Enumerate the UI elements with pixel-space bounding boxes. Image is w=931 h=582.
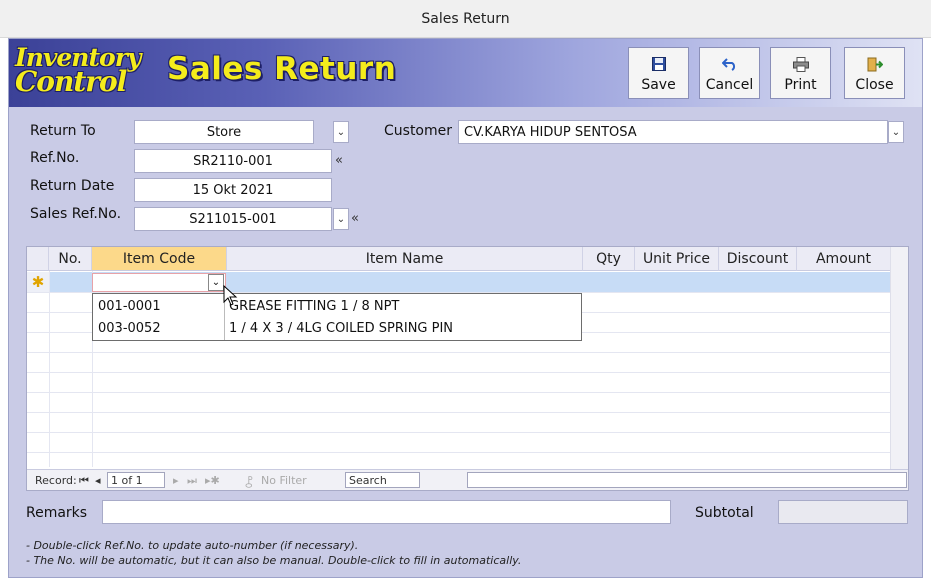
horizontal-scrollbar[interactable] [467, 472, 907, 488]
chevron-down-icon: ⌄ [336, 126, 346, 138]
raquo-marker: « [351, 211, 359, 226]
undo-arrow-icon [721, 55, 739, 73]
customer-label: Customer [384, 123, 453, 139]
grid-line [27, 432, 908, 433]
exit-door-icon [866, 55, 884, 73]
new-record-marker[interactable]: ✱ [27, 272, 49, 292]
return-date-field[interactable]: 15 Okt 2021 [134, 178, 332, 202]
dropdown-option[interactable]: 003-0052 1 / 4 X 3 / 4LG COILED SPRING P… [93, 317, 581, 339]
record-navigation-bar: Record: ⏮ ◂ 1 of 1 ▸ ⏭ ▸✱ ⯛ No Filter Se… [27, 469, 908, 490]
sales-ref-label: Sales Ref.No. [30, 206, 122, 222]
vertical-scrollbar[interactable] [890, 247, 908, 471]
sales-ref-field[interactable]: S211015-001 [134, 207, 332, 231]
remarks-field[interactable] [102, 500, 671, 524]
return-to-dropdown[interactable]: ⌄ [333, 121, 349, 143]
subtotal-field [778, 500, 908, 524]
select-all-corner[interactable] [27, 247, 49, 271]
previous-record-icon[interactable]: ◂ [95, 474, 101, 487]
col-header-discount[interactable]: Discount [719, 247, 797, 271]
floppy-disk-icon [650, 55, 668, 73]
grid-col-line [49, 271, 50, 467]
col-header-item-code[interactable]: Item Code [92, 247, 227, 271]
help-notes: - Double-click Ref.No. to update auto-nu… [26, 538, 521, 568]
grid-line [27, 452, 908, 453]
save-button[interactable]: Save [628, 47, 689, 99]
subtotal-label: Subtotal [695, 505, 754, 521]
print-button[interactable]: Print [770, 47, 831, 99]
item-code-dropdown-button[interactable]: ⌄ [208, 274, 224, 291]
chevron-down-icon: ⌄ [891, 126, 901, 138]
return-to-label: Return To [30, 123, 96, 139]
close-button[interactable]: Close [844, 47, 905, 99]
return-date-label: Return Date [30, 178, 115, 194]
new-record-nav-icon[interactable]: ▸✱ [205, 474, 220, 487]
no-filter-icon: ⯛ [245, 476, 253, 489]
sales-return-form: Inventory Control Sales Return Save Canc… [8, 38, 923, 578]
customer-dropdown[interactable]: ⌄ [888, 121, 904, 143]
logo-line-2: Control [15, 65, 127, 98]
form-header: Inventory Control Sales Return Save Canc… [9, 39, 922, 107]
grid-line [27, 372, 908, 373]
return-to-select[interactable]: Store [134, 120, 314, 144]
help-note: - The No. will be automatic, but it can … [26, 554, 522, 567]
printer-icon [792, 55, 810, 73]
chevron-down-icon: ⌄ [211, 277, 221, 288]
last-record-icon[interactable]: ⏭ [187, 474, 197, 488]
first-record-icon[interactable]: ⏮ [79, 474, 89, 488]
print-label: Print [784, 77, 817, 93]
grid-line [27, 352, 908, 353]
col-header-unit-price[interactable]: Unit Price [635, 247, 719, 271]
record-position-field[interactable]: 1 of 1 [107, 472, 165, 488]
option-item-name: GREASE FITTING 1 / 8 NPT [229, 298, 400, 314]
col-header-item-name[interactable]: Item Name [227, 247, 583, 271]
search-input[interactable]: Search [345, 472, 420, 488]
cancel-label: Cancel [705, 77, 754, 93]
col-header-amount[interactable]: Amount [797, 247, 891, 271]
option-item-code: 003-0052 [98, 320, 161, 336]
grid-line [27, 392, 908, 393]
chevron-down-icon: ⌄ [336, 213, 346, 225]
col-header-qty[interactable]: Qty [583, 247, 635, 271]
window-title: Sales Return [421, 10, 510, 27]
filter-status[interactable]: No Filter [261, 474, 307, 487]
customer-select[interactable]: CV.KARYA HIDUP SENTOSA [458, 120, 888, 144]
option-item-code: 001-0001 [98, 298, 161, 314]
form-title: Sales Return [167, 51, 397, 87]
mouse-cursor-icon [223, 285, 238, 306]
save-label: Save [641, 77, 676, 93]
next-record-icon[interactable]: ▸ [173, 474, 179, 487]
sales-ref-dropdown[interactable]: ⌄ [333, 208, 349, 230]
record-label: Record: [35, 474, 77, 487]
ref-no-label: Ref.No. [30, 150, 80, 166]
help-note: - Double-click Ref.No. to update auto-nu… [26, 539, 359, 552]
items-datasheet[interactable]: No. Item Code Item Name Qty Unit Price D… [26, 246, 909, 491]
ref-no-field[interactable]: SR2110-001 [134, 149, 332, 173]
item-code-dropdown-list[interactable]: 001-0001 GREASE FITTING 1 / 8 NPT 003-00… [92, 293, 582, 341]
close-label: Close [855, 77, 894, 93]
remarks-label: Remarks [26, 505, 88, 521]
dropdown-option[interactable]: 001-0001 GREASE FITTING 1 / 8 NPT [93, 295, 581, 317]
cancel-button[interactable]: Cancel [699, 47, 760, 99]
col-header-no[interactable]: No. [49, 247, 92, 271]
window-titlebar: Sales Return [0, 0, 931, 38]
item-code-edit-cell[interactable] [92, 273, 226, 292]
raquo-marker: « [335, 153, 343, 168]
option-item-name: 1 / 4 X 3 / 4LG COILED SPRING PIN [229, 320, 454, 336]
grid-line [27, 412, 908, 413]
inventory-control-logo: Inventory Control [15, 45, 151, 100]
